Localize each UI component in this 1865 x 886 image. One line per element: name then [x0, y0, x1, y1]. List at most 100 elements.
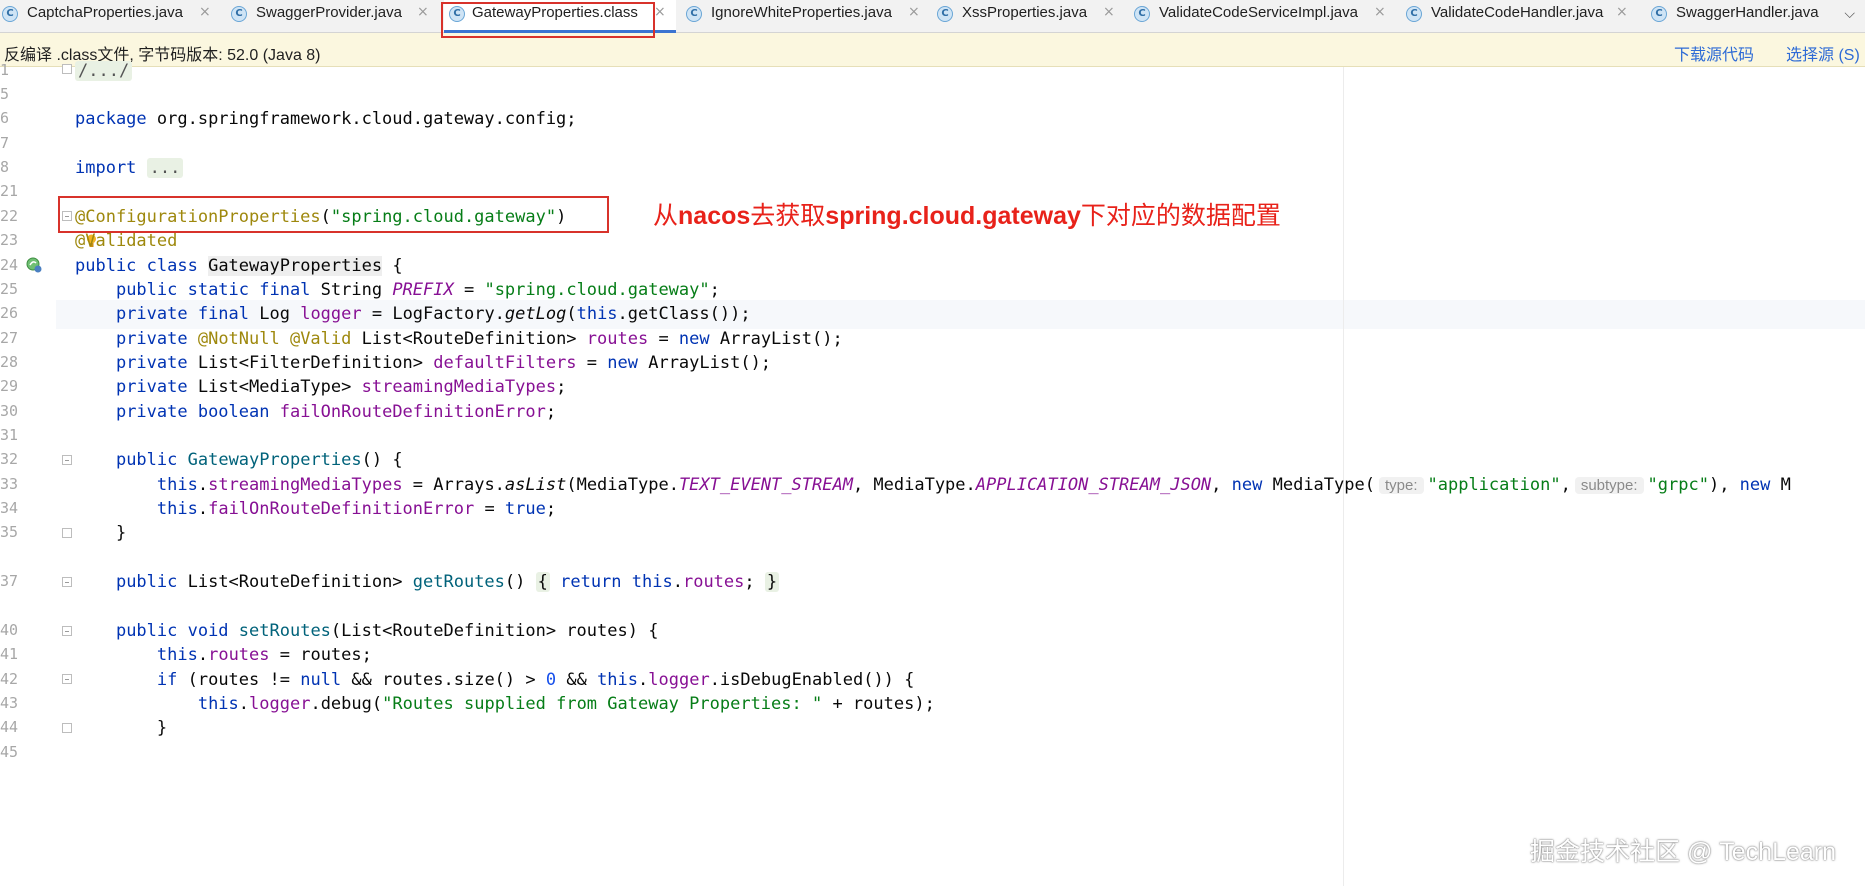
java-class-icon: C [231, 6, 247, 22]
active-tab-highlight-box [441, 2, 655, 38]
expr: && routes.size() > [341, 670, 546, 690]
fold-marker-icon[interactable] [62, 723, 72, 733]
punct: , [1211, 475, 1232, 495]
expr: = routes; [269, 645, 372, 665]
close-icon[interactable]: × [1374, 4, 1386, 20]
expr: .isDebugEnabled()) { [709, 670, 915, 690]
keyword: public class [75, 256, 198, 276]
keyword: this [156, 499, 198, 519]
keyword: public [115, 572, 178, 592]
annotation-note: 从nacos去获取spring.cloud.gateway下对应的数据配置 [653, 196, 1281, 232]
field: streamingMediaTypes [361, 377, 557, 397]
line-number: 24 [0, 256, 18, 274]
keyword: package [75, 109, 147, 129]
note-text-bold: nacos [678, 202, 751, 230]
string-literal: "spring.cloud.gateway" [484, 280, 710, 300]
fold-marker-icon[interactable] [62, 528, 72, 538]
line-number: 43 [0, 694, 18, 712]
close-icon[interactable]: × [417, 4, 429, 20]
tab-validate-code-handler[interactable]: C ValidateCodeHandler.java × [1406, 0, 1636, 33]
note-text-bold: spring.cloud.gateway [825, 202, 1081, 230]
note-text: 去获取 [750, 202, 826, 230]
keyword: public static final [115, 280, 311, 300]
parameter-hint: type: [1378, 477, 1424, 494]
folded-imports[interactable]: ... [146, 158, 184, 178]
static-method: getLog [504, 304, 567, 324]
punct: ; [545, 402, 557, 422]
fold-marker-icon[interactable] [62, 455, 72, 465]
fold-marker-icon[interactable] [62, 674, 72, 684]
download-source-link[interactable]: 下载源代码 [1674, 41, 1754, 65]
folded-brace[interactable]: } [764, 572, 780, 592]
tab-swagger-provider[interactable]: C SwaggerProvider.java × [231, 0, 431, 33]
keyword: return [549, 572, 632, 592]
code-editor[interactable]: 1 5 6 7 8 21 22 23 24 25 26 27 28 29 30 … [0, 61, 1865, 886]
close-icon[interactable]: × [654, 4, 666, 20]
punct: } [156, 718, 168, 738]
punct: . [197, 645, 209, 665]
tab-validate-code-service-impl[interactable]: C ValidateCodeServiceImpl.java × [1134, 0, 1390, 33]
close-icon[interactable]: × [1616, 4, 1628, 20]
punct: ( [566, 304, 577, 324]
line-number: 29 [0, 377, 18, 395]
string-literal: "application" [1427, 475, 1561, 495]
keyword: private [115, 353, 188, 373]
tab-swagger-handler[interactable]: C SwaggerHandler.java [1651, 0, 1831, 33]
java-class-icon: C [1134, 6, 1150, 22]
field: defaultFilters [433, 353, 577, 373]
fold-marker-icon[interactable] [62, 64, 72, 74]
expr: + routes); [822, 694, 935, 714]
method-name: setRoutes [238, 621, 331, 641]
parameter-hint: subtype: [1574, 477, 1644, 494]
keyword: this [631, 572, 673, 592]
keyword: import [75, 158, 137, 178]
expr: MediaType( [1262, 475, 1375, 495]
fold-marker-icon[interactable] [62, 577, 72, 587]
bean-implementation-icon[interactable] [24, 255, 44, 275]
expr: ArrayList(); [637, 353, 772, 373]
expr: (List<RouteDefinition> routes) { [330, 621, 659, 641]
tab-ignore-white-properties[interactable]: C IgnoreWhiteProperties.java × [686, 0, 926, 33]
expr: M [1770, 475, 1791, 495]
tab-captcha-properties[interactable]: C CaptchaProperties.java × [2, 0, 212, 33]
punct: ), [1708, 475, 1740, 495]
code-line: import ... [75, 154, 184, 183]
line-number: 23 [0, 231, 18, 249]
field: logger [249, 694, 311, 714]
tab-xss-properties[interactable]: C XssProperties.java × [937, 0, 1117, 33]
expr: = LogFactory. [361, 304, 505, 324]
fold-marker-icon[interactable] [62, 626, 72, 636]
line-number: 44 [0, 718, 18, 736]
choose-source-link[interactable]: 选择源 (S) [1786, 41, 1860, 65]
line-number: 34 [0, 499, 18, 517]
java-class-icon: C [1406, 6, 1422, 22]
line-number: 30 [0, 402, 18, 420]
editor-tab-bar: C CaptchaProperties.java × C SwaggerProv… [0, 0, 1865, 33]
line-number: 8 [0, 158, 10, 176]
type: String [310, 280, 393, 300]
static-method: asList [504, 475, 567, 495]
chevron-down-icon[interactable]: ⌵ [1844, 6, 1855, 22]
close-icon[interactable]: × [908, 4, 920, 20]
line-number: 33 [0, 475, 18, 493]
java-class-icon: C [686, 6, 702, 22]
tab-label: SwaggerProvider.java [256, 4, 402, 21]
punct: . [197, 475, 209, 495]
code-line: } [75, 519, 126, 548]
note-text: 下对应的数据配置 [1080, 202, 1281, 230]
keyword: if [156, 670, 178, 690]
line-number: 25 [0, 280, 18, 298]
field: routes [682, 572, 745, 592]
line-number: 28 [0, 353, 18, 371]
tab-label: ValidateCodeHandler.java [1431, 4, 1604, 21]
folded-brace[interactable]: { [535, 572, 550, 592]
line-number: 41 [0, 645, 18, 663]
close-icon[interactable]: × [199, 4, 211, 20]
line-number: 7 [0, 134, 10, 152]
punct: ; [545, 499, 557, 519]
folded-header[interactable]: /.../ [75, 61, 133, 81]
close-icon[interactable]: × [1103, 4, 1115, 20]
punct: = [453, 280, 485, 300]
punct: = [576, 353, 608, 373]
